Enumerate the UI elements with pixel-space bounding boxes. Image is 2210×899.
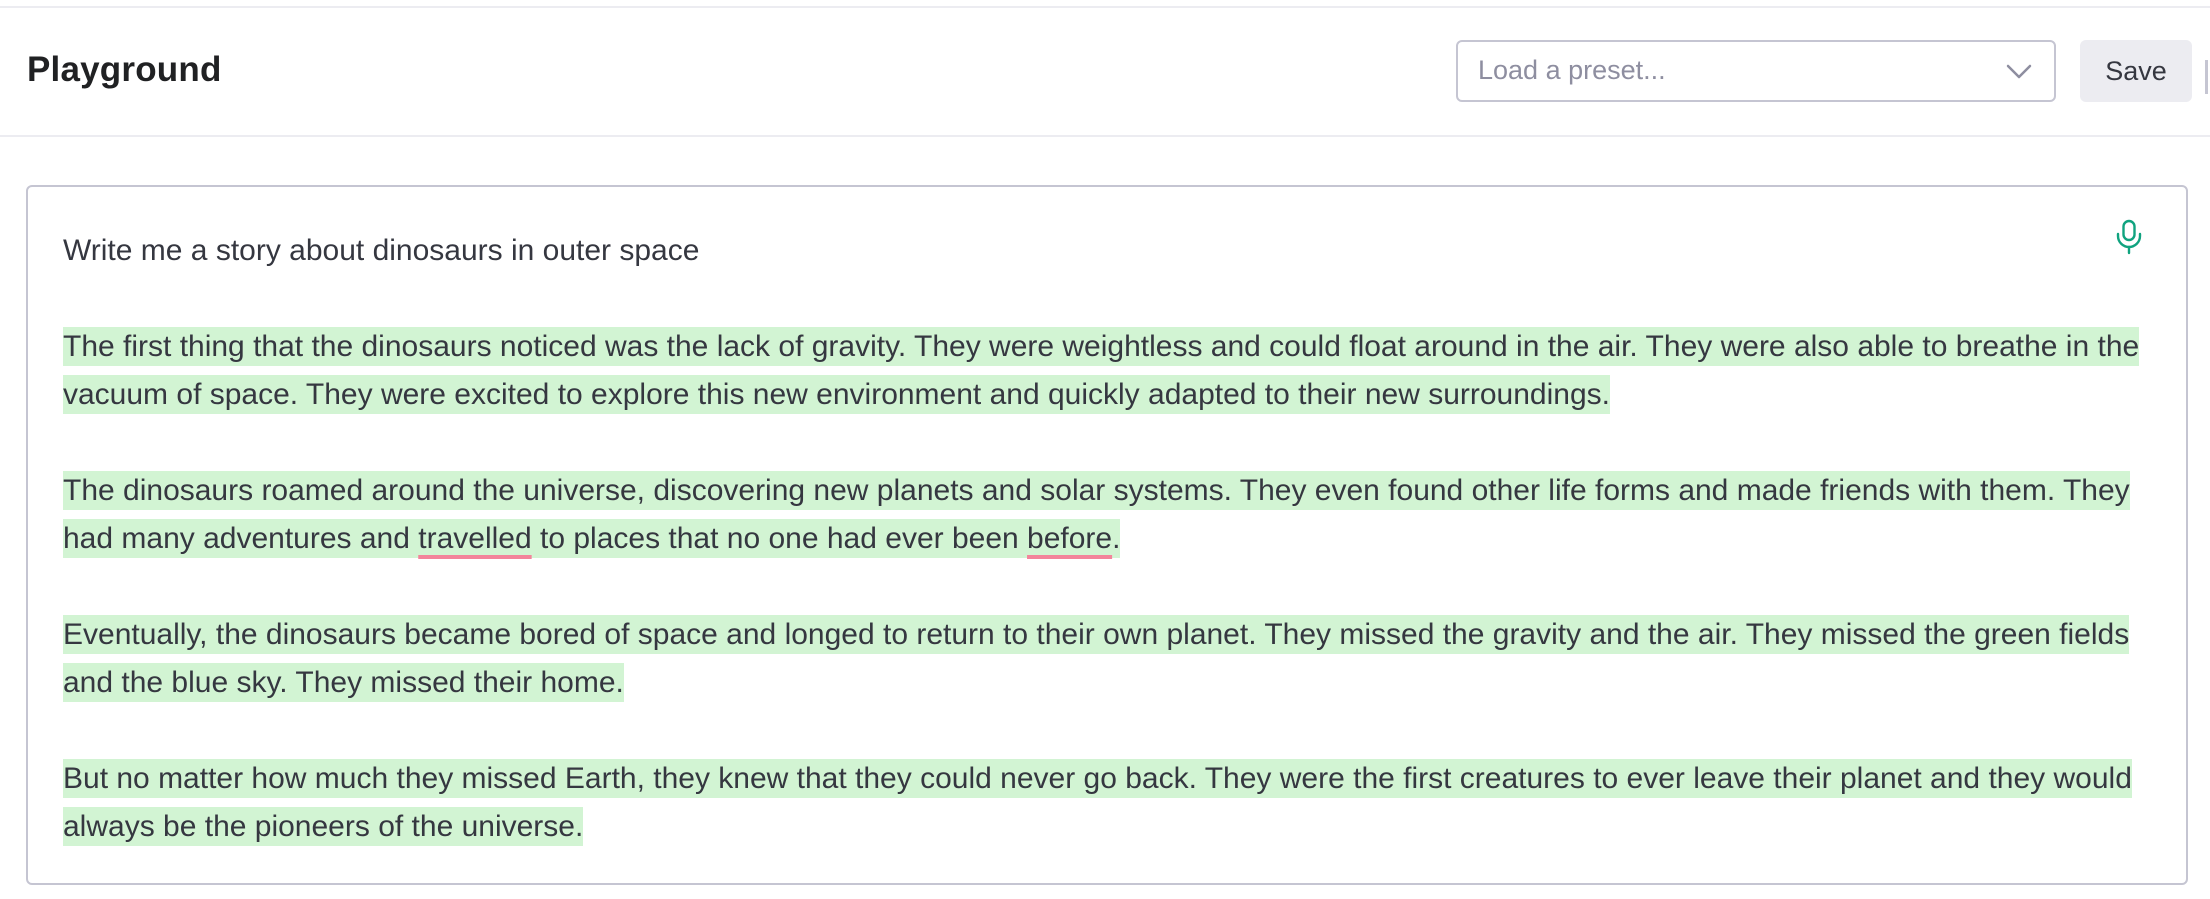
completion-text: The first thing that the dinosaurs notic… [63, 327, 2140, 414]
completion-text: But no matter how much they missed Earth… [63, 759, 2132, 846]
completion-paragraph: The dinosaurs roamed around the universe… [63, 467, 2143, 563]
completion-paragraph: But no matter how much they missed Earth… [63, 755, 2143, 851]
chevron-down-icon [2004, 56, 2034, 86]
completion-paragraph: The first thing that the dinosaurs notic… [63, 323, 2143, 419]
top-border [0, 0, 2210, 8]
preset-placeholder: Load a preset... [1478, 55, 1666, 85]
page-header: Playground Load a preset... Save [0, 8, 2210, 137]
header-divider [2205, 60, 2208, 94]
completion-text: The dinosaurs roamed around the universe… [63, 471, 2130, 558]
preset-select[interactable]: Load a preset... [1456, 40, 2056, 102]
completion-text: Eventually, the dinosaurs became bored o… [63, 615, 2130, 702]
editor-text[interactable]: Write me a story about dinosaurs in oute… [63, 227, 2143, 899]
page-title: Playground [27, 50, 222, 89]
prompt-text: Write me a story about dinosaurs in oute… [63, 234, 700, 267]
misspelled-word[interactable]: before [1027, 522, 1112, 555]
completion-segment: to places that no one had ever been [531, 522, 1028, 555]
prompt-editor[interactable]: Write me a story about dinosaurs in oute… [26, 185, 2188, 885]
misspelled-word[interactable]: travelled [418, 522, 531, 555]
completion-paragraph: Eventually, the dinosaurs became bored o… [63, 611, 2143, 707]
completion-segment: . [1112, 522, 1121, 555]
save-button[interactable]: Save [2080, 40, 2192, 102]
